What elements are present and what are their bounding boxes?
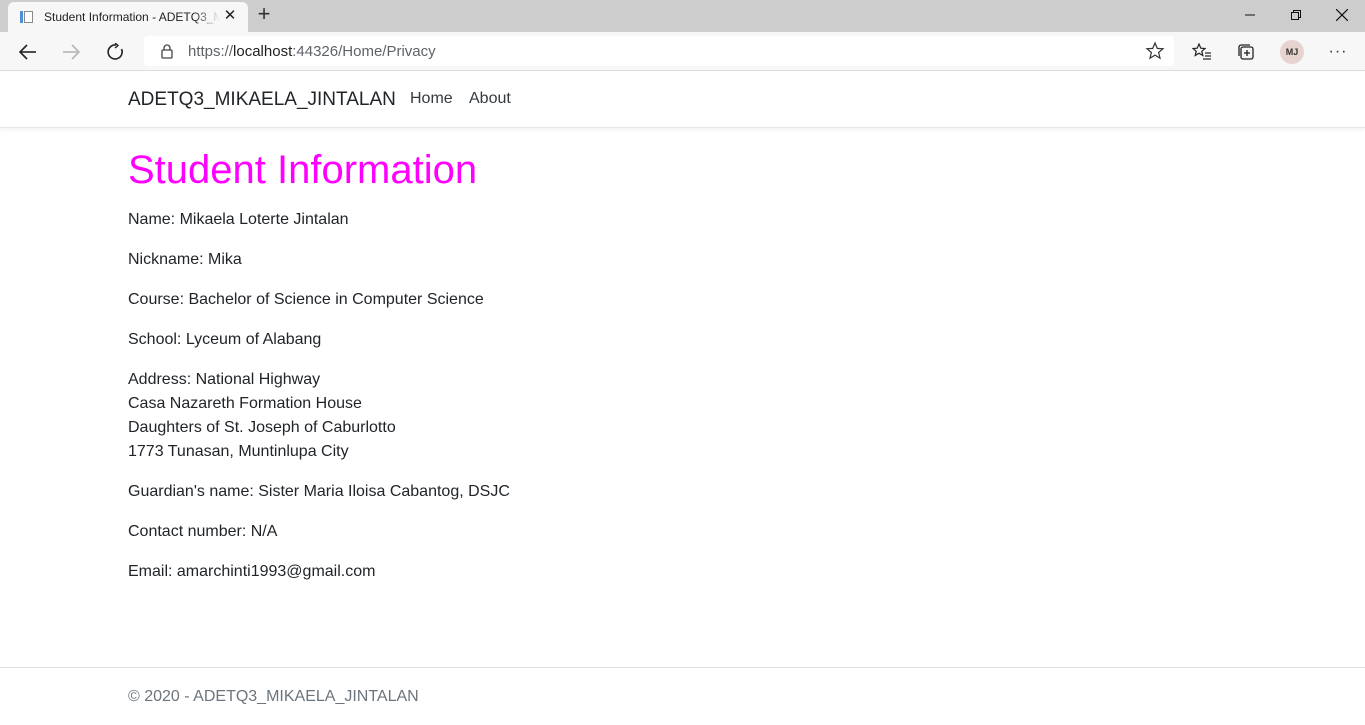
restore-icon	[1291, 10, 1301, 20]
close-icon	[1336, 9, 1348, 21]
star-icon[interactable]	[1145, 41, 1165, 61]
browser-tabstrip: Student Information - ADETQ3_MIKAELA_JIN…	[0, 0, 1365, 32]
minimize-button[interactable]	[1227, 0, 1273, 30]
close-window-button[interactable]	[1319, 0, 1365, 30]
favorites-button[interactable]	[1190, 40, 1214, 64]
main-content: Student Information Name: Mikaela Lotert…	[128, 146, 1228, 600]
address-line: Casa Nazareth Formation House	[128, 395, 362, 412]
lock-icon	[161, 44, 173, 59]
profile-avatar[interactable]: MJ	[1280, 40, 1304, 64]
favorites-icon	[1192, 43, 1211, 60]
nav-link-home[interactable]: Home	[410, 90, 453, 108]
close-tab-icon[interactable]: ✕	[222, 8, 238, 24]
page-title: Student Information	[128, 148, 478, 192]
nickname-text: Nickname: Mika	[128, 251, 242, 268]
tab-title: Student Information - ADETQ3_MIKAELA_JIN…	[44, 10, 220, 24]
url-prefix: https://	[188, 43, 234, 60]
address-line: Daughters of St. Joseph of Caburlotto	[128, 419, 396, 436]
url-path: :44326/Home/Privacy	[292, 43, 436, 60]
back-button[interactable]	[14, 38, 42, 66]
browser-tab[interactable]: Student Information - ADETQ3_MIKAELA_JIN…	[8, 2, 248, 32]
collections-icon	[1238, 44, 1254, 60]
collections-button[interactable]	[1234, 40, 1258, 64]
site-footer: © 2020 - ADETQ3_MIKAELA_JINTALAN	[128, 688, 419, 705]
site-header: ADETQ3_MIKAELA_JINTALAN Home About	[0, 71, 1365, 128]
address-line: Address: National Highway	[128, 371, 321, 388]
back-arrow-icon	[19, 44, 36, 60]
email-text: Email: amarchinti1993@gmail.com	[128, 563, 376, 580]
reload-icon	[107, 43, 123, 60]
browser-toolbar: https://localhost:44326/Home/Privacy MJ …	[0, 32, 1365, 71]
site-brand[interactable]: ADETQ3_MIKAELA_JINTALAN	[128, 89, 396, 111]
footer-divider	[0, 667, 1365, 668]
url-host: localhost	[233, 43, 293, 60]
forward-arrow-icon	[63, 44, 80, 60]
restore-button[interactable]	[1273, 0, 1319, 30]
new-tab-button[interactable]: +	[254, 3, 274, 27]
address-bar[interactable]: https://localhost:44326/Home/Privacy	[144, 36, 1174, 66]
url-text[interactable]: https://localhost:44326/Home/Privacy	[188, 43, 436, 60]
reload-button[interactable]	[102, 38, 130, 66]
course-text: Course: Bachelor of Science in Computer …	[128, 291, 484, 308]
forward-button[interactable]	[57, 38, 85, 66]
guardian-text: Guardian's name: Sister Maria Iloisa Cab…	[128, 483, 510, 500]
more-options-button[interactable]: ···	[1326, 40, 1350, 64]
page-icon	[18, 9, 34, 25]
name-text: Name: Mikaela Loterte Jintalan	[128, 211, 349, 228]
school-text: School: Lyceum of Alabang	[128, 331, 322, 348]
minimize-icon	[1245, 14, 1255, 16]
nav-link-about[interactable]: About	[469, 90, 511, 108]
address-line: 1773 Tunasan, Muntinlupa City	[128, 443, 349, 460]
address-text: Address: National Highway Casa Nazareth …	[128, 368, 1228, 464]
contact-text: Contact number: N/A	[128, 523, 278, 540]
